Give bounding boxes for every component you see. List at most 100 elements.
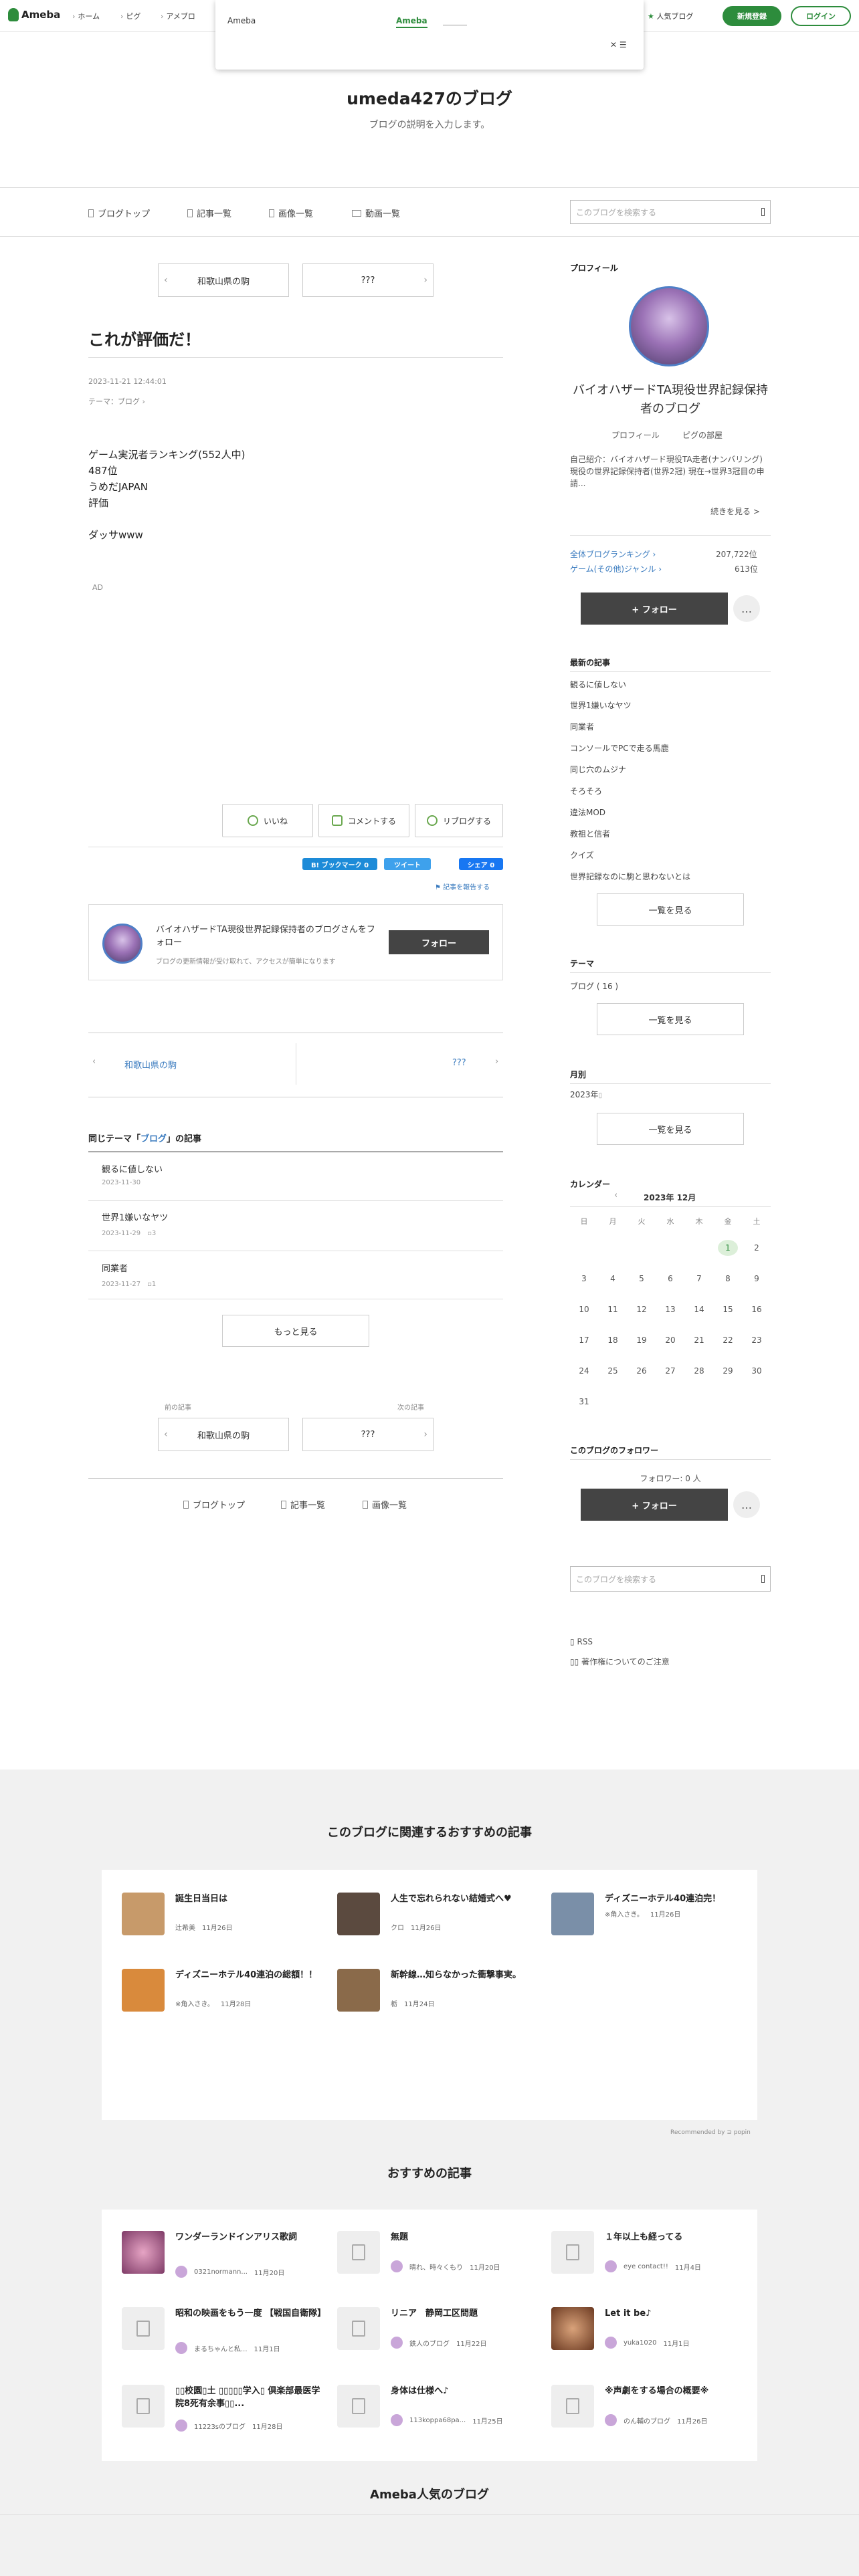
bottom-nav-entry-list[interactable]: 記事一覧 [281,1498,325,1511]
hatena-bookmark-button[interactable]: B! ブックマーク 0 [302,858,377,870]
login-button[interactable]: ログイン [791,6,851,26]
recommend-card[interactable]: 身体は仕様へ♪ 113koppa68pa... 11月25日 [337,2385,538,2438]
popular-blog-link[interactable]: ★ 人気ブログ [648,11,693,21]
subnav-blog-top[interactable]: ブログトップ [88,207,150,219]
profile-link[interactable]: プロフィール [611,429,660,441]
chevron-left-icon[interactable]: ‹ [92,1057,96,1067]
recommend-card[interactable]: リニア 静岡工区問題 鉄人のブログ 11月22日 [337,2307,538,2361]
calendar-day: 23 [751,1335,762,1345]
latest-item[interactable]: 教祖と信者 [570,828,610,839]
overall-ranking-link[interactable]: 全体ブログランキング › [570,548,656,560]
calendar-prev-icon[interactable]: ‹ [614,1190,617,1200]
followers-follow-button[interactable]: + フォロー [581,1489,728,1521]
month-view-all-button[interactable]: 一覧を見る [597,1113,744,1145]
ameba-logo[interactable]: Ameba [8,8,60,21]
latest-item[interactable]: 観るに値しない [570,679,626,690]
related-card[interactable]: 人生で忘れられない結婚式へ♥ クロ 11月26日 [337,1893,538,1939]
list-item[interactable]: 世界1嫌いなヤツ 2023-11-29 ▫3 [102,1210,168,1237]
prev-entry-top-button[interactable]: ‹ 和歌山県の駒 [158,263,289,297]
latest-item[interactable]: コンソールでPCで走る馬鹿 [570,742,669,754]
report-link[interactable]: ⚑ 記事を報告する [435,881,490,891]
next-entry-bottom-button[interactable]: ??? › [302,1418,434,1451]
recommend-card[interactable]: Let it be♪ yuka1020 11月1日 [551,2307,752,2361]
latest-item[interactable]: 世界記録なのに駒と思わないとは [570,871,690,882]
related-card[interactable]: ディズニーホテル40連泊完！ ※角入さき。 11月26日 [551,1893,752,1939]
related-card[interactable]: ディズニーホテル40連泊の総額！！ ※角入さき。 11月28日 [122,1969,322,2016]
pigg-room-link[interactable]: ピグの部屋 [682,429,723,441]
theme-item[interactable]: ブログ ( 16 ) [570,980,618,992]
search-icon[interactable] [761,1575,765,1583]
next-entry-link[interactable]: ??? [452,1058,466,1068]
sidebar-search-input[interactable]: このブログを検索する [570,1566,771,1592]
ameba-logo-icon [8,8,19,21]
popup-tab[interactable]: Ameba [396,16,427,28]
rss-link[interactable]: ▯ RSS [570,1637,593,1646]
more-button[interactable]: もっと見る [222,1315,369,1347]
subnav-entry-list[interactable]: 記事一覧 [187,207,231,219]
calendar-weekday: 日 [580,1217,588,1226]
blogger-avatar[interactable] [102,924,142,964]
month-item[interactable]: 2023年▯ [570,1089,602,1100]
latest-item[interactable]: クイズ [570,849,594,861]
same-theme-link[interactable]: ブログ [140,1134,167,1144]
star-icon: ★ [648,12,654,21]
list-item[interactable]: 同業者 2023-11-27 ▫1 [102,1261,156,1288]
recommend-card[interactable]: 無題 晴れ、時々くもり 11月20日 [337,2231,538,2284]
genre-ranking-link[interactable]: ゲーム(その他)ジャンル › [570,563,662,574]
more-options-icon[interactable]: … [733,595,760,622]
search-icon[interactable] [761,208,765,216]
latest-item[interactable]: 世界1嫌いなヤツ [570,700,632,711]
recommend-card[interactable]: ▯▯校園▯土 ▯▯▯▯▯学入▯ 倶楽部最医学院8死有余事▯▯... 11223s… [122,2385,322,2438]
blog-search-input[interactable]: このブログを検索する [570,200,771,224]
bottom-nav-blog-top[interactable]: ブログトップ [183,1498,245,1511]
next-entry-top-button[interactable]: ??? › [302,263,434,297]
prev-entry-bottom-button[interactable]: ‹ 和歌山県の駒 [158,1418,289,1451]
article-theme[interactable]: テーマ：ブログ › [88,396,145,407]
side-divider [570,1459,771,1460]
reblog-button[interactable]: リブログする [415,804,503,837]
like-button[interactable]: いいね [222,804,313,837]
popin-credit[interactable]: Recommended by ⊇ popin [670,2129,751,2136]
popup-close-icon[interactable]: ✕ ☰ [610,40,627,49]
profile-name[interactable]: バイオハザードTA現役世界記録保持者のブログ [570,381,771,419]
related-card[interactable]: 新幹線…知らなかった衝撃事実。 栃 11月24日 [337,1969,538,2016]
theme-view-all-button[interactable]: 一覧を見る [597,1003,744,1035]
signup-button[interactable]: 新規登録 [723,6,781,26]
bottom-nav-image-list[interactable]: 画像一覧 [363,1498,407,1511]
tweet-button[interactable]: ツイート [384,858,431,870]
recommend-card[interactable]: ワンダーランドインアリス歌詞 0321normann... 11月20日 [122,2231,322,2284]
subnav-label: 画像一覧 [278,209,314,219]
more-options-icon[interactable]: … [733,1491,760,1518]
read-more-link[interactable]: 続きを見る > [710,506,760,517]
recommend-card[interactable]: １年以上も経ってる eye contact!! 11月4日 [551,2231,752,2284]
latest-item[interactable]: 同業者 [570,721,594,732]
blog-title[interactable]: umeda427のブログ [0,86,859,110]
nav-ameblo[interactable]: アメブロ [161,11,195,21]
copyright-link[interactable]: ▯▯ 著作権についてのご注意 [570,1656,670,1667]
latest-item[interactable]: 同じ穴のムジナ [570,764,626,775]
latest-item[interactable]: 違法MOD [570,807,605,818]
calendar-weekday: 火 [638,1217,646,1226]
calendar-day[interactable]: 1 [718,1240,738,1256]
nav-home[interactable]: ホーム [72,11,100,21]
calendar-day: 19 [636,1335,647,1345]
latest-view-all-button[interactable]: 一覧を見る [597,893,744,926]
calendar-day: 13 [665,1305,676,1314]
recommend-card[interactable]: ※声劇をする場合の概要※ のん輔のブログ 11月26日 [551,2385,752,2438]
chevron-right-icon[interactable]: › [495,1057,498,1067]
subnav-image-list[interactable]: 画像一覧 [269,207,313,219]
latest-item[interactable]: そろそろ [570,785,602,796]
prev-entry-link[interactable]: 和歌山県の駒 [124,1058,177,1071]
related-card[interactable]: 誕生日当日は 辻希美 11月26日 [122,1893,322,1939]
follow-button[interactable]: フォロー [389,930,489,954]
subnav-video-list[interactable]: 動画一覧 [352,207,400,219]
profile-avatar[interactable] [629,286,709,366]
recommend-card[interactable]: 昭和の映画をもう一度 【戦国自衛隊】 まるちゃんと私... 11月1日 [122,2307,326,2361]
comment-button[interactable]: コメントする [318,804,409,837]
sidebar-follow-button[interactable]: + フォロー [581,593,728,625]
list-item[interactable]: 観るに値しない 2023-11-30 [102,1162,163,1186]
article-title[interactable]: これが評価だ！ [88,326,201,350]
nav-pigg[interactable]: ピグ [120,11,140,21]
facebook-share-button[interactable]: シェア 0 [459,858,503,870]
card-author: eye contact!! [624,2262,668,2270]
